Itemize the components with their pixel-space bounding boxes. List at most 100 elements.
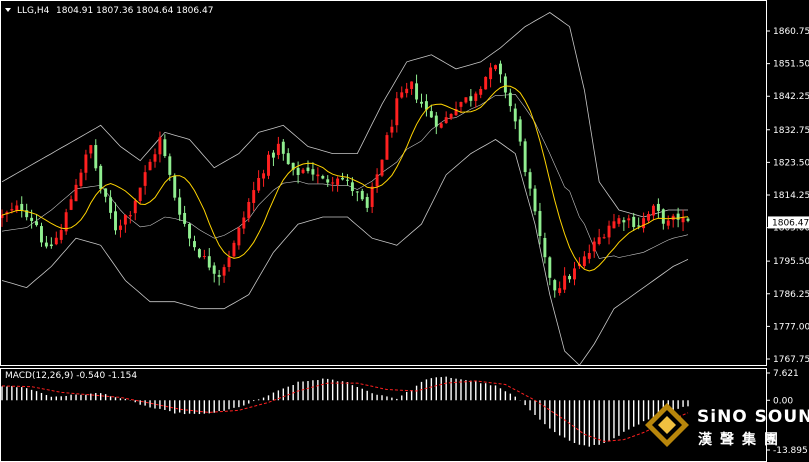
sino-sound-logo: SiNO SOUND 漢聲集團 [645, 403, 809, 448]
price-tick-label: 1851.50 [773, 60, 809, 70]
candle-body [661, 209, 665, 224]
candle-body [133, 200, 137, 214]
candle-body [123, 214, 127, 225]
candle-body [168, 156, 172, 175]
candle-body [227, 257, 231, 267]
candle-body [79, 172, 83, 186]
candle-body [365, 197, 369, 208]
candle-body [331, 182, 335, 184]
ohlc-values: 1804.91 1807.36 1804.64 1806.47 [56, 6, 213, 16]
candle-body [286, 153, 290, 165]
candle-body [494, 65, 497, 70]
logo-main-text: SiNO SOUND [697, 407, 809, 427]
candle-body [202, 256, 206, 258]
candle-body [543, 237, 547, 258]
macd-header: MACD(12,26,9) -0.540 -1.154 [5, 371, 137, 381]
candle-body [355, 191, 359, 193]
candle-body [148, 161, 152, 171]
candle-body [582, 256, 586, 267]
candle-body [434, 115, 438, 127]
candle-body [518, 119, 522, 142]
candle-body [84, 154, 88, 173]
candle-body [301, 169, 305, 173]
candle-body [237, 227, 241, 246]
trading-chart[interactable]: 1860.75 1851.50 1842.25 1832.75 1823.50 1814.… [0, 0, 809, 462]
candle-body [193, 241, 196, 248]
candle-body [252, 190, 256, 203]
price-tick-label: 1814.25 [773, 191, 809, 201]
candle-body [587, 253, 591, 259]
candle-body [128, 215, 132, 217]
candle-body [158, 137, 162, 155]
candle-body [410, 81, 414, 89]
candle-body [114, 211, 117, 231]
candle-body [40, 226, 43, 243]
candle-body [242, 217, 246, 229]
candle-body [632, 216, 636, 228]
candle-body [503, 76, 507, 93]
candle-body [173, 175, 177, 198]
candle-body [188, 223, 192, 239]
candle-body [262, 173, 266, 179]
candle-body [459, 102, 463, 107]
candle-body [647, 214, 650, 221]
candle-body [99, 165, 103, 189]
candle-body [479, 88, 483, 95]
candle-body [350, 182, 354, 192]
current-price-label: 1806.47 [772, 218, 809, 228]
candle-body [656, 203, 660, 211]
candle-body [498, 63, 502, 75]
candle-body [10, 209, 14, 211]
candle-body [469, 96, 473, 101]
macd-tick-label: 0.00 [773, 396, 793, 406]
candle-body [676, 213, 680, 220]
candle-body [405, 88, 409, 94]
candle-body [296, 167, 300, 175]
candle-body [612, 221, 616, 229]
candle-body [59, 230, 63, 240]
candle-body [89, 145, 93, 154]
candle-body [400, 92, 404, 98]
candle-body [385, 135, 389, 160]
price-tick-label: 1777.00 [773, 322, 809, 332]
candle-body [276, 143, 280, 156]
candle-body [281, 141, 285, 154]
candle-body [20, 203, 24, 211]
candle-body [686, 218, 690, 221]
candle-body [415, 83, 419, 100]
price-tick-label: 1767.75 [773, 355, 809, 365]
candle-body [642, 218, 646, 229]
candle-body [311, 169, 315, 175]
candle-body [143, 172, 147, 186]
candle-body [222, 267, 226, 276]
price-tick-label: 1823.50 [773, 158, 809, 168]
candle-body [607, 225, 611, 238]
candle-body [247, 201, 251, 219]
candle-body [54, 237, 58, 245]
candle-body [474, 93, 478, 101]
logo-sub-text: 漢聲集團 [698, 431, 786, 448]
macd-tick-label: 7.621 [773, 369, 799, 379]
candle-body [395, 98, 399, 126]
candle-body [597, 237, 601, 244]
candle-body [429, 111, 433, 118]
candle-body [104, 188, 108, 197]
candle-body [336, 178, 340, 185]
candle-body [444, 117, 448, 124]
candle-body [568, 275, 572, 280]
candle-body [94, 145, 98, 169]
candle-body [637, 225, 641, 227]
price-tick-label: 1795.50 [773, 257, 809, 267]
candle-body [484, 76, 488, 90]
candle-body [118, 225, 122, 230]
candle-body [183, 212, 187, 224]
candle-body [163, 139, 167, 157]
chart-background [0, 0, 809, 462]
price-tick-label: 1860.75 [773, 27, 809, 37]
candle-body [489, 67, 493, 80]
price-tick-label: 1832.75 [773, 126, 809, 136]
candle-body [178, 197, 182, 215]
candle-body [321, 176, 325, 179]
candle-body [420, 101, 423, 104]
candle-body [553, 280, 557, 291]
